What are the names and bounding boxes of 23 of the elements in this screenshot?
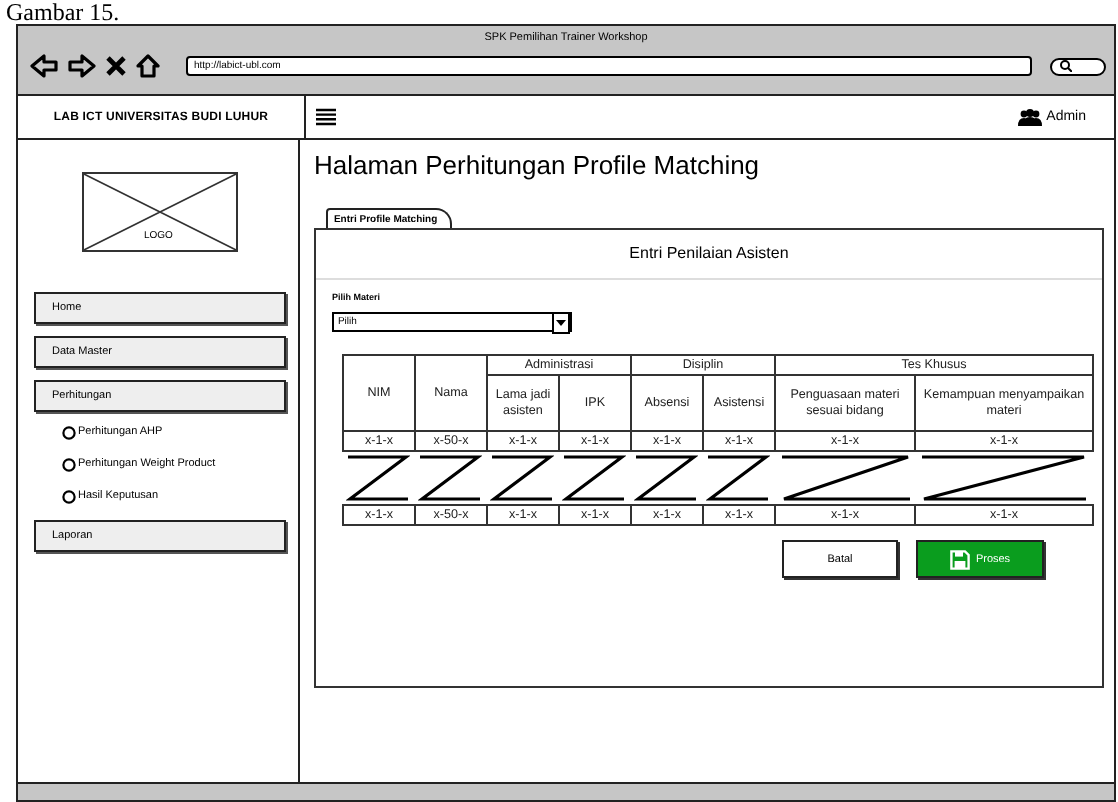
zigzag-drawing [562,454,627,502]
zigzag-drawing [634,454,699,502]
back-icon[interactable] [30,54,58,78]
circle-icon [62,425,76,439]
zigzag-drawing [346,454,411,502]
circle-icon [62,489,76,503]
page-heading: Halaman Perhitungan Profile Matching [313,150,762,180]
users-icon [1018,108,1043,126]
zigzag-drawing [418,454,483,502]
home-icon[interactable] [136,54,160,78]
zigzag-drawing [706,454,771,502]
save-icon [949,549,970,569]
search-icon [1060,60,1072,72]
figure-caption: Gambar 15. [6,0,122,24]
caret-icon [551,311,570,333]
panel-title: Entri Penilaian Asisten [315,230,1102,280]
circle-icon [62,457,76,471]
menu-icon[interactable] [316,108,336,126]
close-icon[interactable] [106,56,126,76]
zigzag-drawing [490,454,555,502]
search-field[interactable] [1050,57,1106,75]
zigzag-drawing [779,454,911,502]
forward-icon[interactable] [68,54,96,78]
